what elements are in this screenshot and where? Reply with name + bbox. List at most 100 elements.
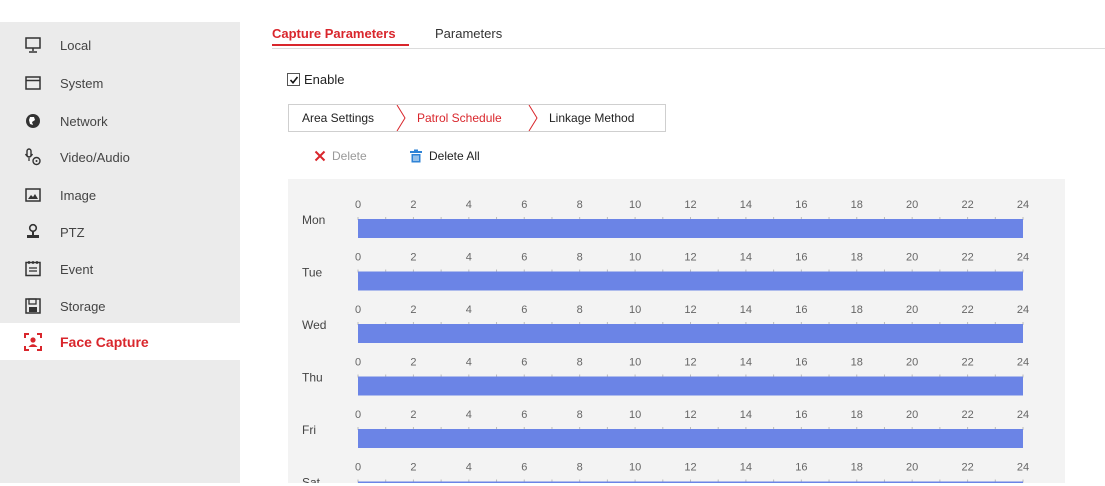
sidebar-item-label: Face Capture: [60, 334, 149, 350]
hour-tick-label: 12: [684, 304, 696, 316]
delete-all-label: Delete All: [429, 149, 480, 163]
hour-tick-label: 24: [1017, 462, 1029, 474]
hour-tick-label: 16: [795, 199, 807, 211]
sidebar-item-local[interactable]: Local: [0, 26, 240, 63]
subtab-linkage-method[interactable]: Linkage Method: [549, 111, 634, 125]
sidebar-item-storage[interactable]: Storage: [0, 287, 240, 324]
hour-tick-label: 16: [795, 462, 807, 474]
schedule-area: 0 2 4 6 8 10 12 14 16 18 20 22 24 Mon 0 2 4 6 8 10 12 14 16 18 2…: [288, 179, 1065, 486]
sidebar-item-system[interactable]: System: [0, 64, 240, 101]
hour-tick-label: 20: [906, 304, 918, 316]
hour-tick-label: 0: [355, 409, 361, 421]
hour-tick-label: 18: [851, 409, 863, 421]
hour-tick-label: 8: [577, 252, 583, 264]
image-icon: [24, 186, 42, 204]
sidebar-item-image[interactable]: Image: [0, 176, 240, 213]
hour-tick-label: 18: [851, 199, 863, 211]
hour-tick-label: 18: [851, 357, 863, 369]
hour-tick-label: 20: [906, 462, 918, 474]
sidebar-item-label: Image: [60, 188, 97, 203]
hour-tick-label: 12: [684, 357, 696, 369]
hour-tick-label: 10: [629, 462, 641, 474]
day-label[interactable]: Fri: [302, 423, 316, 437]
hour-tick-label: 18: [851, 462, 863, 474]
hour-tick-label: 24: [1017, 252, 1029, 264]
day-label[interactable]: Tue: [302, 266, 323, 280]
day-label[interactable]: Thu: [302, 371, 323, 385]
sidebar-item-label: Network: [60, 114, 108, 129]
tab-parameters[interactable]: Parameters: [435, 26, 502, 41]
tab-capture-parameters[interactable]: Capture Parameters: [272, 26, 396, 41]
calendar-icon: [24, 260, 42, 278]
checkmark-icon: [289, 76, 298, 84]
hour-tick-label: 6: [521, 252, 527, 264]
hour-tick-label: 2: [410, 462, 416, 474]
sidebar-item-face-capture[interactable]: Face Capture: [0, 323, 240, 360]
top-tabs: Capture Parameters Parameters: [272, 22, 1105, 49]
globe-icon: [24, 112, 42, 130]
hour-tick-label: 14: [740, 252, 752, 264]
day-label[interactable]: Sat: [302, 476, 321, 486]
sidebar-item-event[interactable]: Event: [0, 250, 240, 287]
sidebar-item-label: PTZ: [60, 225, 85, 240]
hour-tick-label: 0: [355, 252, 361, 264]
hour-tick-label: 14: [740, 199, 752, 211]
hour-tick-label: 2: [410, 252, 416, 264]
hour-tick-label: 20: [906, 199, 918, 211]
trash-icon: [410, 149, 422, 163]
sidebar-item-label: Event: [60, 262, 94, 277]
hour-tick-label: 0: [355, 357, 361, 369]
delete-label: Delete: [332, 149, 367, 163]
hour-tick-label: 4: [466, 462, 472, 474]
hour-tick-label: 20: [906, 357, 918, 369]
hour-tick-label: 6: [521, 409, 527, 421]
day-label[interactable]: Wed: [302, 318, 326, 332]
window-icon: [24, 74, 42, 92]
schedule-bar[interactable]: [358, 219, 1023, 238]
sidebar-top-spacer: [0, 0, 240, 22]
delete-button[interactable]: Delete: [314, 149, 367, 163]
hour-tick-label: 22: [961, 252, 973, 264]
hour-tick-label: 20: [906, 409, 918, 421]
sidebar-item-label: Storage: [60, 299, 106, 314]
hour-tick-label: 14: [740, 462, 752, 474]
main-panel: Capture Parameters Parameters Enable Are…: [240, 0, 1105, 486]
sidebar-item-network[interactable]: Network: [0, 102, 240, 139]
hour-tick-label: 22: [961, 304, 973, 316]
hour-tick-label: 16: [795, 357, 807, 369]
schedule-bar[interactable]: [358, 376, 1023, 396]
hour-tick-label: 10: [629, 409, 641, 421]
delete-all-button[interactable]: Delete All: [409, 149, 480, 163]
hour-tick-label: 18: [851, 304, 863, 316]
day-label[interactable]: Mon: [302, 213, 325, 227]
hour-tick-label: 14: [740, 357, 752, 369]
schedule-grid: 0 2 4 6 8 10 12 14 16 18 20 22 24Mon0 2 4 6 8 10 12 14 16 18 2…: [302, 199, 1029, 486]
hour-tick-label: 12: [684, 409, 696, 421]
hour-tick-label: 2: [410, 304, 416, 316]
enable-label: Enable: [304, 72, 345, 87]
sidebar-item-label: System: [60, 76, 104, 91]
hour-tick-label: 8: [577, 357, 583, 369]
sidebar-item-label: Video/Audio: [60, 150, 130, 165]
hour-tick-label: 4: [466, 199, 472, 211]
enable-checkbox[interactable]: [287, 73, 300, 86]
sidebar-item-ptz[interactable]: PTZ: [0, 213, 240, 250]
face-capture-icon: [24, 333, 42, 351]
hour-tick-label: 8: [577, 462, 583, 474]
subtab-patrol-schedule[interactable]: Patrol Schedule: [417, 111, 502, 125]
active-tab-underline: [272, 44, 409, 46]
hour-tick-label: 10: [629, 304, 641, 316]
hour-tick-label: 0: [355, 462, 361, 474]
schedule-bar[interactable]: [358, 271, 1023, 291]
ptz-icon: [24, 223, 42, 241]
floppy-icon: [24, 297, 42, 315]
monitor-icon: [24, 36, 42, 54]
sidebar-item-video-audio[interactable]: Video/Audio: [0, 138, 240, 175]
hour-tick-label: 16: [795, 304, 807, 316]
hour-tick-label: 16: [795, 409, 807, 421]
hour-tick-label: 2: [410, 357, 416, 369]
sidebar-item-label: Local: [60, 38, 92, 53]
subtab-area-settings[interactable]: Area Settings: [302, 111, 374, 125]
schedule-bar[interactable]: [358, 324, 1023, 343]
schedule-bar[interactable]: [358, 429, 1023, 448]
